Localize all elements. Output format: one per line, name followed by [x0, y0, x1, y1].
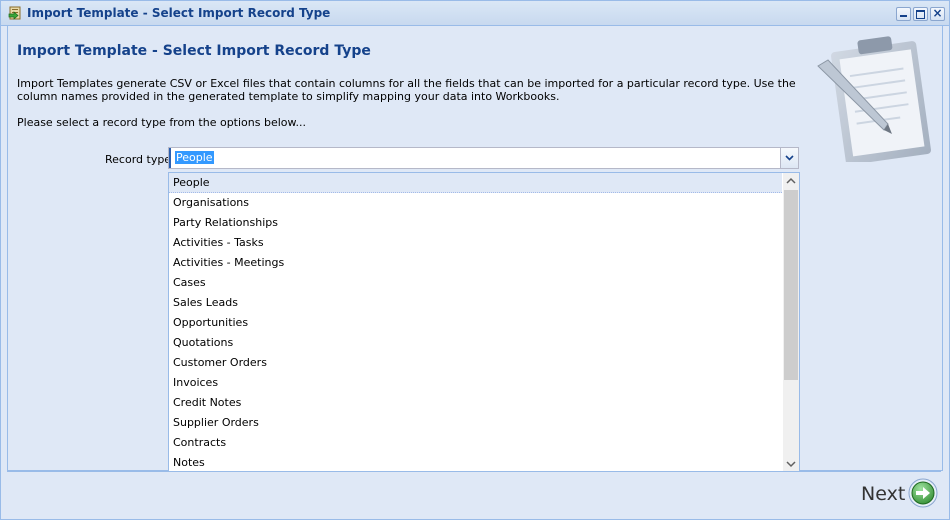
- maximize-button[interactable]: [913, 7, 928, 21]
- list-item[interactable]: Credit Notes: [169, 393, 782, 413]
- window-footer: Next: [7, 471, 941, 518]
- record-type-options-list[interactable]: People Organisations Party Relationships Ac…: [168, 172, 800, 473]
- list-item[interactable]: Activities - Meetings: [169, 253, 782, 273]
- import-template-window: Import Template - Select Import Record T…: [0, 0, 950, 520]
- text-cursor: [169, 148, 171, 168]
- page-prompt: Please select a record type from the opt…: [17, 116, 306, 129]
- scroll-down-icon[interactable]: [783, 456, 799, 472]
- next-button-label[interactable]: Next: [861, 483, 905, 505]
- import-template-icon: [8, 6, 21, 20]
- scrollbar-thumb[interactable]: [784, 190, 798, 380]
- close-icon: ×: [932, 6, 943, 20]
- window-title: Import Template - Select Import Record T…: [27, 6, 331, 20]
- list-item[interactable]: Organisations: [169, 193, 782, 213]
- record-type-label: Record type: [105, 153, 172, 166]
- minimize-button[interactable]: [896, 7, 911, 21]
- page-description: Import Templates generate CSV or Excel f…: [17, 77, 796, 103]
- record-type-combobox[interactable]: People: [168, 147, 799, 169]
- arrow-right-circle-icon[interactable]: [908, 478, 938, 508]
- scroll-up-icon[interactable]: [783, 173, 799, 189]
- minimize-icon: [900, 15, 907, 17]
- list-item[interactable]: Cases: [169, 273, 782, 293]
- record-type-dropdown-trigger[interactable]: [780, 148, 798, 168]
- window-titlebar[interactable]: Import Template - Select Import Record T…: [1, 1, 949, 26]
- list-item[interactable]: Sales Leads: [169, 293, 782, 313]
- maximize-icon: [916, 10, 925, 19]
- list-item[interactable]: People: [169, 173, 782, 193]
- content-panel: Import Template - Select Import Record T…: [7, 26, 943, 473]
- page-heading: Import Template - Select Import Record T…: [17, 43, 371, 59]
- list-item[interactable]: Notes: [169, 453, 782, 472]
- record-type-input[interactable]: People: [175, 151, 214, 164]
- list-item[interactable]: Quotations: [169, 333, 782, 353]
- list-item[interactable]: Supplier Orders: [169, 413, 782, 433]
- list-item[interactable]: Party Relationships: [169, 213, 782, 233]
- close-button[interactable]: ×: [930, 6, 945, 21]
- clipboard-illustration-icon: [817, 36, 931, 162]
- chevron-down-icon: [785, 155, 794, 161]
- list-item[interactable]: Customer Orders: [169, 353, 782, 373]
- list-item[interactable]: Opportunities: [169, 313, 782, 333]
- list-scrollbar[interactable]: [783, 173, 799, 472]
- list-item[interactable]: Invoices: [169, 373, 782, 393]
- list-item[interactable]: Activities - Tasks: [169, 233, 782, 253]
- list-item[interactable]: Contracts: [169, 433, 782, 453]
